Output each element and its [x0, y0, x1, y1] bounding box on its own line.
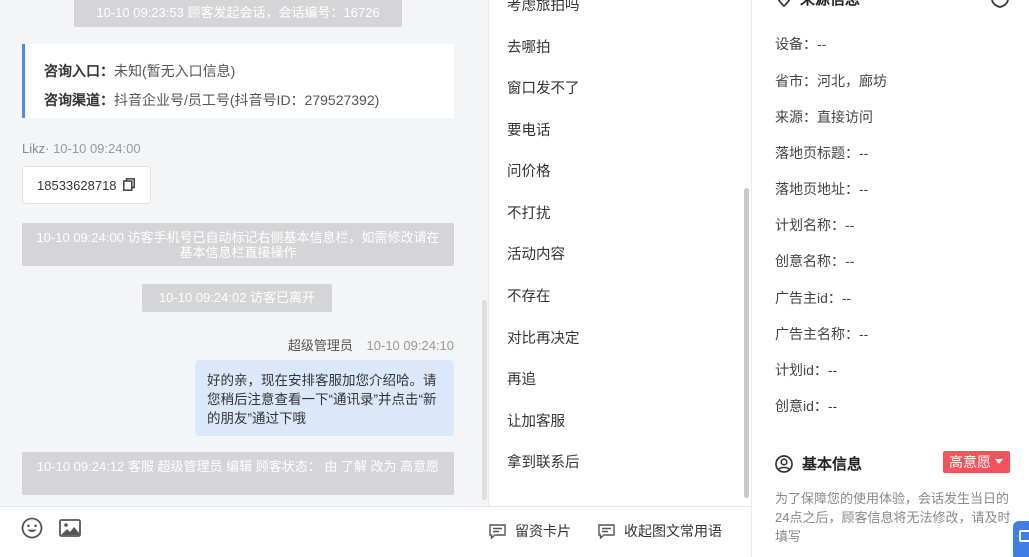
- visitor-time: 10-10 09:24:00: [53, 141, 141, 156]
- agent-message-bubble: 好的亲，现在安排客服加您介绍哈。请您稍后注意查看一下“通讯录”并点击“新的朋友”…: [195, 360, 454, 436]
- phrase-item[interactable]: 活动内容: [507, 243, 565, 264]
- customer-info-panel: 来源信息 设备：-- 省市：河北，廊坊 来源：直接访问 落地页标题：-- 落地页…: [751, 0, 1029, 557]
- edit-deadline-notice: 为了保障您的使用体验，会话发生当日的24点之后，顾客信息将无法修改，请及时填写: [775, 491, 1011, 544]
- agent-message-meta: 超级管理员 10-10 09:24:10: [288, 335, 454, 354]
- phrase-item[interactable]: 再追: [507, 368, 536, 389]
- phone-number: 18533628718: [37, 178, 117, 193]
- collapse-phrases-button[interactable]: 收起图文常用语: [598, 521, 722, 541]
- caret-down-icon: [995, 459, 1003, 464]
- visitor-phone-bubble: 18533628718: [22, 166, 151, 204]
- source-creative-name: 创意名称：--: [775, 253, 855, 269]
- agent-name: 超级管理员: [287, 338, 353, 353]
- intent-level-dropdown[interactable]: 高意愿: [943, 451, 1010, 473]
- intent-level-value: 高意愿: [949, 454, 991, 470]
- message-icon: [598, 524, 615, 540]
- user-circle-icon: [775, 455, 793, 473]
- source-origin: 来源：直接访问: [775, 109, 873, 125]
- image-icon[interactable]: [59, 517, 81, 539]
- floating-panel-button[interactable]: [1013, 521, 1029, 557]
- source-landing-title: 落地页标题：--: [775, 145, 869, 161]
- basic-info-title: 基本信息: [802, 456, 863, 473]
- phrase-item[interactable]: 窗口发不了: [507, 77, 580, 98]
- basic-info-header: 基本信息: [775, 453, 862, 474]
- channel-label: 咨询渠道：: [44, 92, 114, 108]
- source-info-header: 来源信息: [776, 0, 860, 9]
- source-advertiser-name: 广告主名称：--: [775, 326, 869, 342]
- shield-icon[interactable]: [990, 0, 1010, 8]
- phrase-item[interactable]: 不打扰: [507, 202, 551, 223]
- input-toolbar: 留资卡片 收起图文常用语: [0, 506, 751, 557]
- source-creative-id: 创意id：--: [775, 398, 838, 414]
- emoji-icon[interactable]: [21, 517, 43, 539]
- source-province-city: 省市：河北，廊坊: [775, 73, 887, 89]
- phrase-item[interactable]: 不存在: [507, 285, 551, 306]
- phrase-item[interactable]: 问价格: [507, 160, 551, 181]
- copy-icon[interactable]: [123, 178, 135, 191]
- channel-value: 抖音企业号/员工号(抖音号ID：279527392): [114, 92, 380, 108]
- card-icon: [489, 524, 506, 540]
- entry-label: 咨询入口：: [44, 63, 114, 79]
- system-message-status-change: 10-10 09:24:12 客服 超级管理员 编辑 顾客状态： 由 了解 改为…: [22, 452, 454, 495]
- contact-card-button[interactable]: 留资卡片: [489, 521, 571, 541]
- panel-icon: [1019, 530, 1029, 542]
- source-advertiser-id: 广告主id：--: [775, 290, 852, 306]
- phrase-item[interactable]: 让加客服: [507, 410, 565, 431]
- entry-value: 未知(暂无入口信息): [114, 63, 236, 79]
- system-message-visitor-left: 10-10 09:24:02 访客已离开: [142, 284, 332, 312]
- location-pin-icon: [777, 0, 791, 8]
- visitor-name: Likz·: [22, 141, 50, 156]
- chat-panel: 10-10 09:23:53 顾客发起会话，会话编号：16726 咨询入口：未知…: [0, 0, 488, 506]
- entry-info-card: 咨询入口：未知(暂无入口信息) 咨询渠道：抖音企业号/员工号(抖音号ID：279…: [22, 44, 454, 118]
- phrase-item[interactable]: 要电话: [507, 119, 551, 140]
- chat-scrollbar[interactable]: [482, 300, 487, 500]
- source-landing-url: 落地页地址：--: [775, 181, 869, 197]
- source-plan-name: 计划名称：--: [775, 217, 855, 233]
- source-plan-id: 计划id：--: [775, 362, 838, 378]
- visitor-message-meta: Likz· 10-10 09:24:00: [22, 141, 141, 156]
- system-message-phone-tagged: 10-10 09:24:00 访客手机号已自动标记右侧基本信息栏，如需修改请在基…: [22, 223, 454, 266]
- collapse-phrases-label: 收起图文常用语: [624, 523, 722, 539]
- agent-time: 10-10 09:24:10: [366, 338, 454, 353]
- phrase-item[interactable]: 考虑旅拍吗: [507, 0, 580, 15]
- quick-phrase-list: 考虑旅拍吗 去哪拍 窗口发不了 要电话 问价格 不打扰 活动内容 不存在 对比再…: [488, 0, 751, 506]
- phrase-item[interactable]: 对比再决定: [507, 327, 580, 348]
- phrase-item[interactable]: 拿到联系后: [507, 451, 580, 472]
- system-message-session-start: 10-10 09:23:53 顾客发起会话，会话编号：16726: [74, 0, 402, 27]
- contact-card-label: 留资卡片: [515, 523, 571, 539]
- phrase-item[interactable]: 去哪拍: [507, 36, 551, 57]
- source-info-title: 来源信息: [800, 0, 860, 8]
- source-device: 设备：--: [775, 36, 827, 52]
- phrase-scrollbar[interactable]: [744, 188, 749, 498]
